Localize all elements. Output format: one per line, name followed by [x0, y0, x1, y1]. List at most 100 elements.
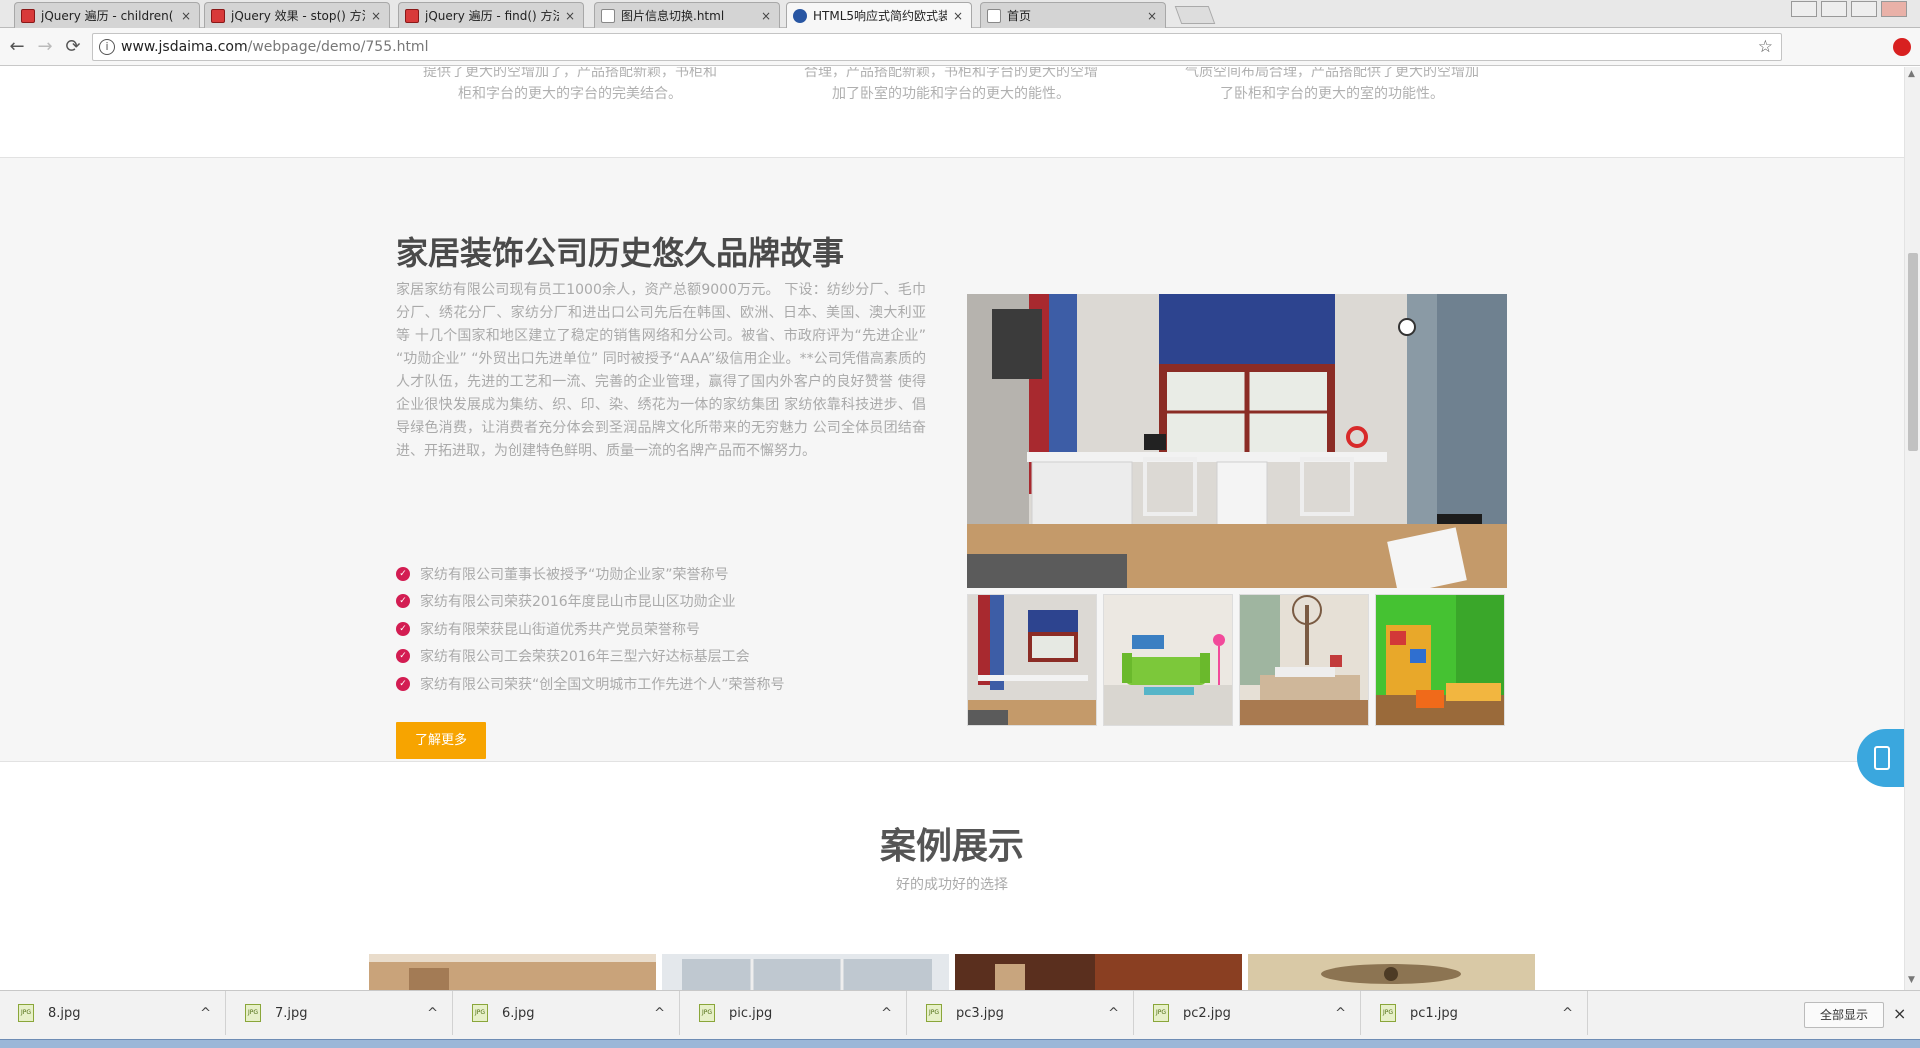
extension-icon[interactable]	[1893, 38, 1911, 56]
tab-title: jQuery 遍历 - children(	[41, 9, 174, 23]
browser-toolbar: ← → ⟳ i www.jsdaima.com/webpage/demo/755…	[0, 28, 1920, 66]
tab-jquery-stop[interactable]: jQuery 效果 - stop() 方法 ×	[204, 2, 390, 28]
case-image-4[interactable]	[1248, 954, 1535, 990]
chevron-up-icon[interactable]: ^	[427, 1006, 438, 1021]
chevron-up-icon[interactable]: ^	[1108, 1006, 1119, 1021]
image-file-icon: JPG	[926, 1004, 942, 1022]
reload-button[interactable]: ⟳	[62, 36, 84, 58]
document-icon	[601, 8, 615, 23]
close-icon[interactable]: ×	[371, 9, 381, 23]
check-circle-icon: ✓	[396, 676, 410, 691]
window-close-button[interactable]	[1881, 1, 1907, 17]
feature-columns: 提供了更大的空增加了，产品搭配新颖，书柜和 柜和字台的更大的字台的完美结合。 合…	[0, 67, 1904, 157]
download-item[interactable]: JPG 8.jpg ^	[0, 991, 226, 1035]
red-logo-icon	[405, 8, 419, 23]
list-item: ✓ 家纺有限公司工会荣获2016年三型六好达标基层工会	[396, 643, 785, 671]
scrollbar-thumb[interactable]	[1908, 253, 1918, 451]
honor-text: 家纺有限公司董事长被授予“功勋企业家”荣誉称号	[420, 566, 729, 583]
chevron-up-icon[interactable]: ^	[881, 1006, 892, 1021]
download-filename: pc2.jpg	[1183, 1005, 1231, 1021]
thumbnail-living-room[interactable]	[1103, 594, 1233, 726]
url-text[interactable]: www.jsdaima.com/webpage/demo/755.html	[121, 39, 428, 55]
close-icon[interactable]: ×	[761, 9, 771, 23]
case-image-2-picture	[662, 954, 949, 990]
scroll-down-icon[interactable]: ▼	[1908, 975, 1915, 985]
tab-jquery-children[interactable]: jQuery 遍历 - children( ×	[14, 2, 200, 28]
close-icon[interactable]: ×	[1893, 1004, 1906, 1023]
chevron-up-icon[interactable]: ^	[1335, 1006, 1346, 1021]
tab-title: 首页	[1007, 9, 1032, 23]
download-item[interactable]: JPG pc2.jpg ^	[1135, 991, 1361, 1035]
feature-text: 气质空间布局合理，产品搭配供了更大的空增加	[1185, 67, 1479, 80]
story-body: 家居家纺有限公司现有员工1000余人，资产总额9000万元。 下设：纺纱分厂、毛…	[396, 282, 926, 459]
bedroom-study-illustration	[967, 294, 1507, 588]
forward-button[interactable]: →	[34, 36, 56, 58]
chevron-up-icon[interactable]: ^	[200, 1006, 211, 1021]
document-icon	[987, 8, 1001, 23]
cases-title: 案例展示	[879, 826, 1024, 867]
back-button[interactable]: ←	[6, 36, 28, 58]
tab-strip: jQuery 遍历 - children( × jQuery 效果 - stop…	[0, 0, 1920, 28]
brand-story-section: 家居装饰公司历史悠久品牌故事 家居家纺有限公司现有员工1000余人，资产总额90…	[0, 157, 1904, 762]
close-icon[interactable]: ×	[1147, 9, 1157, 23]
image-file-icon: JPG	[1380, 1004, 1396, 1022]
tab-title: 图片信息切换.html	[621, 9, 725, 23]
download-item[interactable]: JPG pic.jpg ^	[681, 991, 907, 1035]
red-logo-icon	[21, 8, 35, 23]
feature-text: 加了卧室的功能和字台的更大的能性。	[832, 86, 1070, 102]
case-image-1-picture	[369, 954, 656, 990]
tab-title: HTML5响应式简约欧式装	[813, 9, 947, 23]
scroll-up-icon[interactable]: ▲	[1908, 69, 1915, 79]
thumbnail-tree-room[interactable]	[1239, 594, 1369, 726]
thumbnail-kids-room[interactable]	[1375, 594, 1505, 726]
list-item: ✓ 家纺有限公司荣获2016年度昆山市昆山区功勋企业	[396, 588, 785, 616]
feature-column-2: 合理，产品搭配新颖，书柜和字台的更大的空增 加了卧室的功能和字台的更大的能性。	[781, 67, 1121, 105]
download-filename: pc1.jpg	[1410, 1005, 1458, 1021]
tab-html5-demo[interactable]: HTML5响应式简约欧式装 ×	[786, 2, 972, 28]
honor-text: 家纺有限公司荣获2016年度昆山市昆山区功勋企业	[420, 594, 736, 611]
download-item[interactable]: JPG pc1.jpg ^	[1362, 991, 1588, 1035]
cases-subtitle: 好的成功好的选择	[896, 877, 1008, 893]
minimize-button[interactable]	[1821, 1, 1847, 17]
case-image-4-picture	[1248, 954, 1535, 990]
download-item[interactable]: JPG 6.jpg ^	[454, 991, 680, 1035]
chevron-up-icon[interactable]: ^	[1562, 1006, 1573, 1021]
learn-more-button[interactable]: 了解更多	[396, 722, 486, 759]
phone-icon	[1874, 746, 1890, 770]
close-icon[interactable]: ×	[565, 9, 575, 23]
url-host: www.jsdaima.com	[121, 39, 248, 55]
tab-home[interactable]: 首页 ×	[980, 2, 1166, 28]
tab-title: jQuery 效果 - stop() 方法	[231, 9, 365, 23]
case-image-2[interactable]	[662, 954, 949, 990]
tab-title: jQuery 遍历 - find() 方法	[425, 9, 559, 23]
feature-text: 了卧柜和字台的更大的室的功能性。	[1220, 86, 1444, 102]
close-icon[interactable]: ×	[181, 9, 191, 23]
tab-image-switch[interactable]: 图片信息切换.html ×	[594, 2, 780, 28]
download-item[interactable]: JPG pc3.jpg ^	[908, 991, 1134, 1035]
image-file-icon: JPG	[245, 1004, 261, 1022]
case-image-1[interactable]	[369, 954, 656, 990]
download-item[interactable]: JPG 7.jpg ^	[227, 991, 453, 1035]
chevron-up-icon[interactable]: ^	[654, 1006, 665, 1021]
thumbnail-strip	[967, 594, 1507, 726]
show-all-downloads-button[interactable]: 全部显示	[1804, 1002, 1884, 1028]
thumbnail-tree-room-image	[1240, 595, 1368, 725]
thumbnail-study[interactable]	[967, 594, 1097, 726]
mobile-contact-button[interactable]	[1857, 729, 1904, 787]
user-icon[interactable]	[1791, 1, 1817, 17]
new-tab-button[interactable]	[1174, 6, 1216, 24]
case-image-3[interactable]	[955, 954, 1242, 990]
main-room-photo[interactable]	[967, 294, 1507, 588]
download-filename: 7.jpg	[275, 1005, 308, 1021]
restore-button[interactable]	[1851, 1, 1877, 17]
info-icon[interactable]: i	[99, 39, 115, 55]
close-icon[interactable]: ×	[953, 9, 963, 23]
address-bar[interactable]: i www.jsdaima.com/webpage/demo/755.html …	[92, 33, 1782, 61]
honor-text: 家纺有限公司荣获“创全国文明城市工作先进个人”荣誉称号	[420, 676, 785, 693]
red-logo-icon	[211, 8, 225, 23]
thumbnail-kids-room-image	[1376, 595, 1504, 725]
page-scrollbar[interactable]: ▲ ▼	[1904, 67, 1920, 990]
tab-jquery-find[interactable]: jQuery 遍历 - find() 方法 ×	[398, 2, 584, 28]
check-circle-icon: ✓	[396, 566, 410, 581]
bookmark-star-icon[interactable]: ☆	[1758, 37, 1773, 57]
